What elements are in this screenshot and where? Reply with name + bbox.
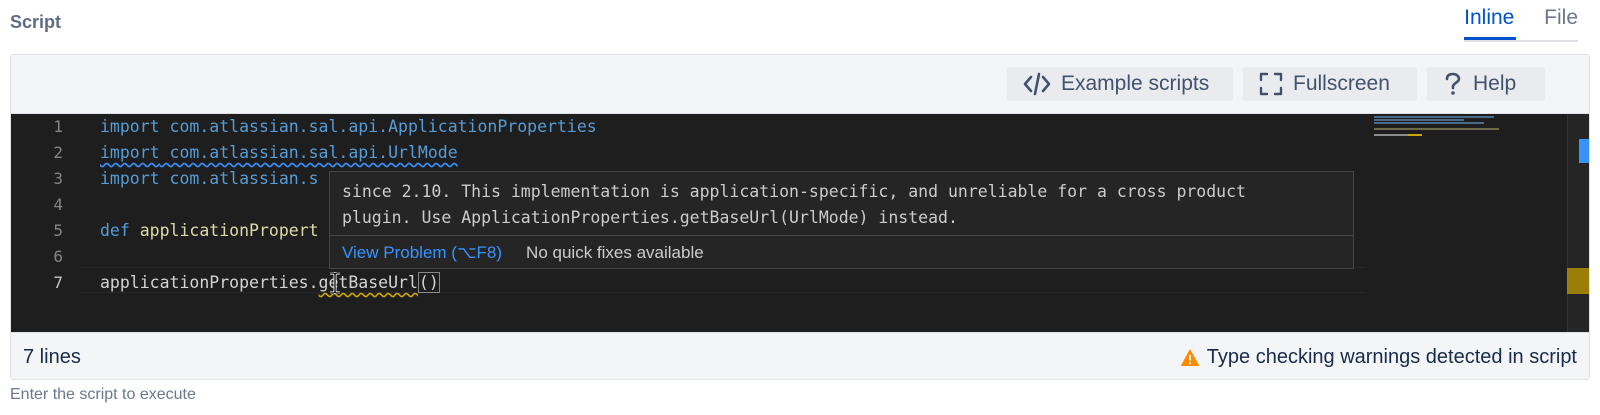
minimap[interactable] [1366, 114, 1536, 332]
keyword: import [100, 143, 160, 162]
hover-message-line: plugin. Use ApplicationProperties.getBas… [342, 208, 958, 227]
import-path: com.atlassian.s [159, 169, 319, 188]
code-line-2: import com.atlassian.sal.api.UrlMode [100, 143, 458, 162]
keyword: def [100, 221, 130, 240]
editor-status-bar: 7 lines Type checking warnings detected … [11, 332, 1589, 379]
code-icon [1023, 72, 1051, 96]
line-number: 1 [53, 117, 63, 136]
scrollbar-warning-marker [1567, 268, 1589, 294]
help-button[interactable]: Help [1427, 67, 1545, 101]
type-check-warning[interactable]: Type checking warnings detected in scrip… [1180, 346, 1577, 369]
help-icon [1445, 72, 1461, 95]
keyword: import [100, 169, 160, 188]
editor-toolbar: Example scripts Fullscreen Help [11, 55, 1589, 114]
hover-message-line: since 2.10. This implementation is appli… [342, 182, 1246, 201]
field-helper-text: Enter the script to execute [10, 386, 196, 403]
script-editor: Example scripts Fullscreen Help 1 2 3 4 … [10, 54, 1590, 380]
code-line-5: def applicationPropert [100, 221, 319, 240]
hover-message: since 2.10. This implementation is appli… [342, 179, 1246, 231]
minimap-line [1374, 116, 1494, 118]
tab-inline[interactable]: Inline [1464, 0, 1517, 40]
code-editor-area[interactable]: 1 2 3 4 5 6 7 import com.atlassian.sal.a… [11, 114, 1589, 332]
scrollbar-info-marker [1579, 139, 1589, 163]
text-cursor-icon [330, 272, 340, 294]
line-number: 2 [53, 143, 63, 162]
warning-text: Type checking warnings detected in scrip… [1206, 346, 1577, 368]
help-label: Help [1473, 72, 1517, 95]
fullscreen-icon [1259, 72, 1283, 96]
import-path: com.atlassian.sal.api.ApplicationPropert… [159, 117, 597, 136]
line-number: 4 [53, 195, 63, 214]
minimap-line [1374, 119, 1464, 121]
example-scripts-label: Example scripts [1061, 72, 1210, 95]
editor-scrollbar[interactable] [1567, 114, 1589, 332]
warning-icon [1180, 349, 1199, 366]
fullscreen-label: Fullscreen [1293, 72, 1390, 95]
fullscreen-button[interactable]: Fullscreen [1243, 67, 1417, 101]
script-source-tabs: Inline File [1464, 0, 1578, 42]
view-problem-link[interactable]: View Problem (⌥F8) [342, 243, 502, 263]
line-number-gutter: 1 2 3 4 5 6 7 [11, 114, 81, 332]
object-ref: applicationProperties. [100, 273, 319, 292]
no-quick-fixes-text: No quick fixes available [526, 242, 704, 262]
minimap-warning-mark [1408, 134, 1422, 136]
line-number-active: 7 [53, 273, 63, 292]
line-count: 7 lines [23, 346, 81, 368]
minimap-line [1374, 122, 1484, 124]
code-line-3: import com.atlassian.s [100, 169, 319, 188]
problem-hover-tooltip: since 2.10. This implementation is appli… [329, 171, 1354, 269]
example-scripts-button[interactable]: Example scripts [1007, 67, 1233, 101]
script-field-label: Script [10, 12, 62, 32]
hover-actions: View Problem (⌥F8) No quick fixes availa… [330, 235, 1353, 269]
line-number: 5 [53, 221, 63, 240]
keyword: import [100, 117, 160, 136]
import-path: com.atlassian.sal.api.UrlMode [159, 143, 458, 162]
code-line-1: import com.atlassian.sal.api.Application… [100, 117, 597, 136]
identifier: applicationPropert [129, 221, 319, 240]
bracket-pair: () [417, 272, 440, 293]
tab-file[interactable]: File [1544, 0, 1578, 40]
line-number: 3 [53, 169, 63, 188]
code-line-7: applicationProperties.getBaseUrl() [100, 272, 440, 293]
minimap-line [1374, 128, 1499, 130]
line-number: 6 [53, 247, 63, 266]
